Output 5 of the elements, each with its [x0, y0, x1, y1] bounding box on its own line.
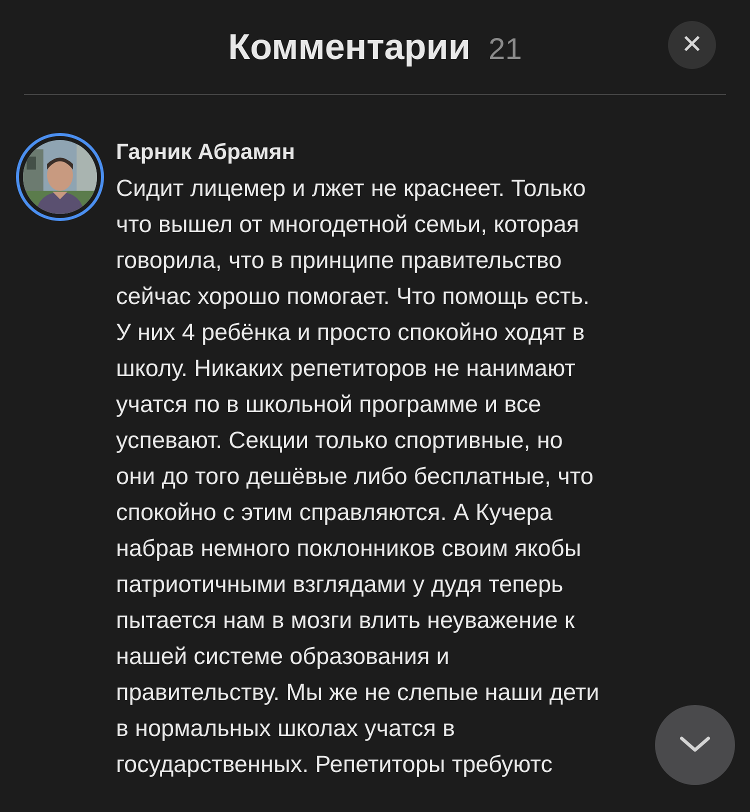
panel-title: Комментарии [228, 26, 471, 68]
close-button[interactable]: ✕ [668, 21, 716, 69]
author-name[interactable]: Гарник Абрамян [116, 136, 600, 168]
comment-count: 21 [488, 33, 522, 67]
comment-text: Сидит лицемер и лжет не краснеет. Только что вышел от многодетной семьи, которая говорила, что в принципе правительство сейчас хорошо помогает. Что помощь есть. У них 4 ребёнка и просто спокойно ходят в школу. Никаких репетиторов не нанимают учатся по в школьной программе и все успевают. Секции только спортивные, но они до того дешёвые либо бесплатные, что спокойно с этим справляются. А Кучера набрав немного поклонников своим якобы патриотичными взглядами у дудя теперь пытается нам в мозги влить неуважение к нашей системе образования и правительству. Мы же не слепые наши дети в нормальных школах учатся в государственных. Репетиторы требуютс [116, 174, 600, 779]
